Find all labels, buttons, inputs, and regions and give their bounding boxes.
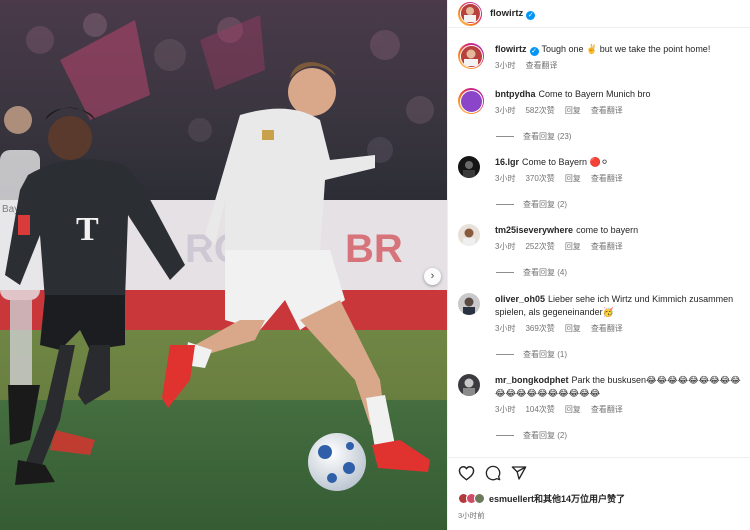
comment-time: 3小时 xyxy=(495,324,516,333)
comment-reply-button[interactable]: 回复 xyxy=(565,172,581,185)
share-icon[interactable] xyxy=(511,465,527,481)
liked-by[interactable]: esmuellert和其他14万位用户赞了 xyxy=(458,492,625,505)
comment-username[interactable]: 16.lgr xyxy=(495,157,519,167)
comment-username[interactable]: bntpydha xyxy=(495,89,536,99)
caption-username[interactable]: flowirtz xyxy=(495,44,527,54)
liked-by-text: esmuellert和其他14万位用户赞了 xyxy=(489,494,626,504)
next-image-button[interactable]: › xyxy=(424,268,441,285)
comment-likes[interactable]: 369次赞 xyxy=(525,322,554,335)
comment-text: come to bayern xyxy=(576,225,639,235)
view-replies-label: 查看回复 (2) xyxy=(523,431,567,440)
comment-username[interactable]: tm25iseverywhere xyxy=(495,225,573,235)
post-image[interactable]: BR RO Bay T › xyxy=(0,0,447,530)
post-timestamp: 3小时前 xyxy=(458,511,485,520)
commenter-avatar-photo xyxy=(463,161,475,178)
comment-time: 3小时 xyxy=(495,405,516,414)
view-replies-label: 查看回复 (4) xyxy=(523,268,567,277)
author-username[interactable]: flowirtz xyxy=(490,8,523,19)
comment-likes[interactable]: 252次赞 xyxy=(525,240,554,253)
view-replies-button[interactable]: 查看回复 (4) xyxy=(496,267,567,278)
replies-line xyxy=(496,136,514,137)
liker-avatars xyxy=(458,493,485,504)
comment-reply-button[interactable]: 回复 xyxy=(565,104,581,117)
board-text: BR xyxy=(345,227,403,271)
replies-line xyxy=(496,354,514,355)
replies-line xyxy=(496,204,514,205)
next-arrow-icon: › xyxy=(430,269,435,282)
comment-translate-link[interactable]: 查看翻译 xyxy=(591,240,623,253)
comment-translate-link[interactable]: 查看翻译 xyxy=(591,172,623,185)
comment-time: 3小时 xyxy=(495,242,516,251)
view-replies-label: 查看回复 (23) xyxy=(523,132,572,141)
comment-username[interactable]: oliver_oh05 xyxy=(495,294,545,304)
comment-likes[interactable]: 370次赞 xyxy=(525,172,554,185)
author-avatar-photo xyxy=(460,4,479,22)
author-avatar[interactable] xyxy=(458,43,484,69)
comment-translate-link[interactable]: 查看翻译 xyxy=(591,322,623,335)
comment-time: 3小时 xyxy=(495,106,516,115)
commenter-avatar-photo xyxy=(463,378,475,396)
comment-text: Come to Bayern 🔴⚪ xyxy=(522,157,609,167)
comments-list: flowirtz ✓ Tough one ✌️ but we take the po… xyxy=(448,36,750,454)
commenter-avatar[interactable] xyxy=(458,293,480,315)
comment-reply-button[interactable]: 回复 xyxy=(565,322,581,335)
comment-icon[interactable] xyxy=(485,465,501,481)
post-actions: esmuellert和其他14万位用户赞了 3小时前 xyxy=(448,457,750,530)
verified-badge-icon: ✓ xyxy=(526,10,536,20)
comment-reply-button[interactable]: 回复 xyxy=(565,240,581,253)
view-replies-button[interactable]: 查看回复 (2) xyxy=(496,199,567,210)
view-replies-button[interactable]: 查看回复 (2) xyxy=(496,430,567,441)
heart-icon[interactable] xyxy=(458,465,475,481)
author-avatar-photo xyxy=(460,45,481,66)
commenter-avatar[interactable] xyxy=(458,88,484,114)
football-match-photo: BR RO Bay T xyxy=(0,0,447,530)
author-avatar[interactable] xyxy=(458,1,482,26)
comment-likes[interactable]: 582次赞 xyxy=(525,104,554,117)
commenter-avatar[interactable] xyxy=(458,156,480,178)
view-replies-button[interactable]: 查看回复 (1) xyxy=(496,349,567,360)
comment-time: 3小时 xyxy=(495,174,516,183)
commenter-avatar[interactable] xyxy=(458,374,480,396)
action-icons xyxy=(458,465,527,481)
commenter-avatar-photo xyxy=(463,297,475,315)
view-replies-label: 查看回复 (2) xyxy=(523,200,567,209)
liker-avatar xyxy=(474,493,485,504)
commenter-avatar[interactable] xyxy=(458,224,480,246)
football xyxy=(308,433,366,491)
comment-likes[interactable]: 104次赞 xyxy=(525,403,554,416)
comment-username[interactable]: mr_bongkodphet xyxy=(495,375,569,385)
caption-time: 3小时 xyxy=(495,61,516,70)
caption-text: Tough one ✌️ but we take the point home! xyxy=(541,44,711,54)
replies-line xyxy=(496,272,514,273)
replies-line xyxy=(496,435,514,436)
commenter-avatar-photo xyxy=(463,228,475,246)
jersey-logo: T xyxy=(76,211,99,248)
comment-reply-button[interactable]: 回复 xyxy=(565,403,581,416)
caption-translate-link[interactable]: 查看翻译 xyxy=(525,59,557,72)
view-replies-button[interactable]: 查看回复 (23) xyxy=(496,131,571,142)
view-replies-label: 查看回复 (1) xyxy=(523,350,567,359)
comment-translate-link[interactable]: 查看翻译 xyxy=(591,403,623,416)
comment-text: Come to Bayern Munich bro xyxy=(538,89,651,99)
verified-badge-icon: ✓ xyxy=(529,47,539,56)
post-header: flowirtz ✓ xyxy=(448,0,750,28)
post-sidebar: flowirtz ✓ flowirtz ✓ Tough one ✌️ but we t… xyxy=(447,0,750,530)
comment-translate-link[interactable]: 查看翻译 xyxy=(591,104,623,117)
